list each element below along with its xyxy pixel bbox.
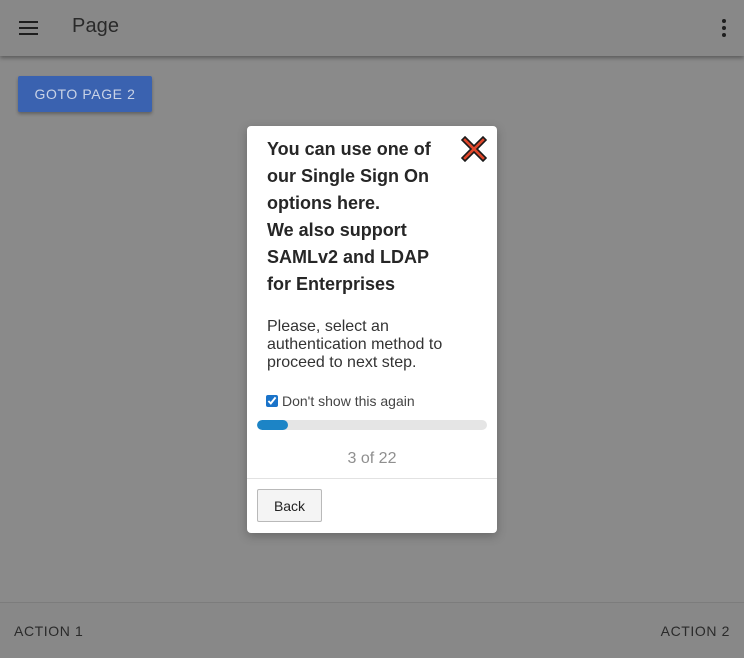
app-bar: Page [0, 0, 744, 56]
tour-title-line: options here. [267, 193, 381, 213]
more-vertical-icon[interactable] [718, 14, 730, 42]
tour-title-line: You can use one of [267, 139, 431, 159]
menu-bar [18, 21, 38, 23]
tour-description-line: proceed to next step. [267, 354, 417, 371]
menu-bar [18, 27, 38, 29]
dont-show-again-option[interactable]: Don't show this again [266, 393, 415, 409]
dont-show-again-checkbox[interactable] [266, 395, 278, 407]
back-button[interactable]: Back [257, 489, 322, 522]
tour-footer-divider [247, 478, 497, 479]
tour-description-line: Please, select an [267, 318, 389, 335]
more-dot [722, 33, 726, 37]
action-1-button[interactable]: ACTION 1 [14, 623, 83, 639]
tour-title: You can use one of our Single Sign On op… [267, 136, 457, 298]
tour-title-line: our Single Sign On [267, 166, 429, 186]
more-dot [722, 26, 726, 30]
tour-progress-fill [257, 420, 289, 430]
tour-title-line: We also support [267, 220, 407, 240]
tour-title-line: SAMLv2 and LDAP [267, 247, 430, 267]
close-x-icon[interactable] [461, 136, 487, 162]
tour-description-line: authentication method to [267, 336, 443, 353]
action-2-button[interactable]: ACTION 2 [661, 623, 730, 639]
goto-page-2-button[interactable]: GOTO PAGE 2 [18, 76, 152, 112]
page-title: Page [72, 15, 120, 37]
bottom-bar: ACTION 1 ACTION 2 [0, 602, 744, 658]
tour-popover: You can use one of our Single Sign On op… [247, 126, 497, 533]
hamburger-menu-icon[interactable] [14, 14, 42, 42]
tour-description: Please, select an authentication method … [267, 318, 482, 372]
menu-bar [18, 33, 38, 35]
more-dot [722, 19, 726, 23]
dont-show-again-label: Don't show this again [282, 393, 415, 409]
tour-title-line: for Enterprises [267, 274, 396, 294]
step-counter: 3 of 22 [347, 450, 397, 467]
tour-progress-bar [257, 420, 487, 430]
